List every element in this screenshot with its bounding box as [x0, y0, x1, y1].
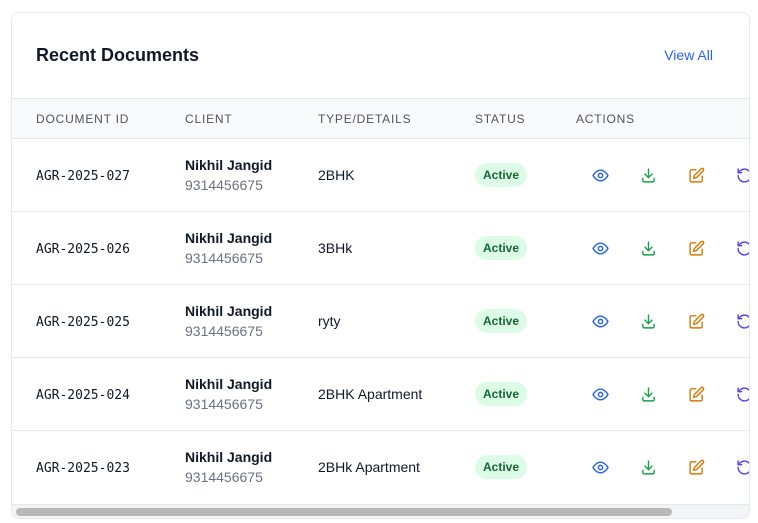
card-title: Recent Documents [36, 45, 200, 65]
row-actions [576, 160, 749, 190]
edit-button[interactable] [672, 306, 720, 336]
view-button[interactable] [576, 160, 624, 190]
client-phone: 9314456675 [185, 396, 263, 412]
document-id: AGR-2025-023 [36, 460, 130, 476]
type-details: ryty [318, 313, 341, 329]
eye-icon [591, 461, 609, 474]
view-button[interactable] [576, 233, 624, 263]
table-row: AGR-2025-027 Nikhil Jangid 9314456675 2B… [12, 138, 749, 212]
edit-button[interactable] [672, 379, 720, 409]
status-badge: Active [475, 382, 528, 406]
rotate-button[interactable] [720, 379, 749, 409]
rotate-icon [736, 240, 749, 256]
download-icon [641, 240, 655, 256]
rotate-button[interactable] [720, 160, 749, 190]
table-row: AGR-2025-024 Nikhil Jangid 9314456675 2B… [12, 357, 749, 431]
edit-icon [688, 240, 704, 256]
document-id: AGR-2025-024 [36, 387, 130, 403]
status-badge: Active [475, 163, 528, 187]
download-button[interactable] [624, 379, 672, 409]
table-row: AGR-2025-025 Nikhil Jangid 9314456675 ry… [12, 284, 749, 358]
rotate-icon [736, 460, 749, 475]
type-details: 2BHK Apartment [318, 386, 423, 402]
scrollbar-thumb[interactable] [16, 508, 672, 516]
horizontal-scrollbar[interactable] [12, 504, 749, 518]
view-button[interactable] [576, 452, 624, 482]
eye-icon [591, 314, 609, 328]
status-badge: Active [475, 236, 528, 260]
client-name: Nikhil Jangid [185, 376, 273, 392]
header-status: STATUS [475, 111, 526, 126]
header-type-details: TYPE/DETAILS [318, 111, 412, 126]
rotate-button[interactable] [720, 306, 749, 336]
download-button[interactable] [624, 233, 672, 263]
row-actions [576, 306, 749, 336]
client-name: Nikhil Jangid [185, 157, 273, 173]
client-name: Nikhil Jangid [185, 449, 273, 466]
table-row: AGR-2025-023 Nikhil Jangid 9314456675 2B… [12, 430, 749, 504]
rotate-icon [736, 313, 749, 329]
table-row: AGR-2025-026 Nikhil Jangid 9314456675 3B… [12, 211, 749, 285]
header-actions: ACTIONS [576, 111, 635, 126]
download-button[interactable] [624, 306, 672, 336]
edit-icon [688, 459, 704, 475]
recent-documents-card: Recent Documents View All DOCUMENT ID CL… [11, 12, 750, 519]
status-badge: Active [475, 455, 528, 480]
header-client: CLIENT [185, 111, 233, 126]
type-details: 3BHk [318, 240, 353, 256]
edit-icon [688, 167, 704, 183]
document-id: AGR-2025-027 [36, 168, 130, 184]
download-icon [641, 460, 655, 475]
download-icon [641, 386, 655, 402]
view-all-link[interactable]: View All [664, 47, 713, 63]
rotate-button[interactable] [720, 452, 749, 482]
table-header-row: DOCUMENT ID CLIENT TYPE/DETAILS STATUS A… [12, 98, 749, 139]
client-name: Nikhil Jangid [185, 230, 273, 246]
document-id: AGR-2025-026 [36, 241, 130, 257]
view-button[interactable] [576, 306, 624, 336]
header-document-id: DOCUMENT ID [36, 111, 130, 126]
download-icon [641, 313, 655, 329]
edit-button[interactable] [672, 233, 720, 263]
eye-icon [591, 387, 609, 401]
eye-icon [591, 168, 609, 182]
download-icon [641, 167, 655, 183]
view-button[interactable] [576, 379, 624, 409]
documents-table: DOCUMENT ID CLIENT TYPE/DETAILS STATUS A… [12, 98, 749, 504]
edit-icon [688, 313, 704, 329]
client-phone: 9314456675 [185, 250, 263, 266]
documents-table-wrapper[interactable]: DOCUMENT ID CLIENT TYPE/DETAILS STATUS A… [12, 98, 749, 506]
rotate-button[interactable] [720, 233, 749, 263]
download-button[interactable] [624, 452, 672, 482]
edit-button[interactable] [672, 452, 720, 482]
download-button[interactable] [624, 160, 672, 190]
row-actions [576, 233, 749, 263]
rotate-icon [736, 386, 749, 402]
document-id: AGR-2025-025 [36, 314, 130, 330]
card-header: Recent Documents View All [12, 13, 749, 98]
client-phone: 9314456675 [185, 469, 263, 486]
eye-icon [591, 241, 609, 255]
type-details: 2BHk Apartment [318, 459, 420, 476]
client-phone: 9314456675 [185, 177, 263, 193]
client-phone: 9314456675 [185, 323, 263, 339]
client-name: Nikhil Jangid [185, 303, 273, 319]
row-actions [576, 452, 749, 482]
rotate-icon [736, 167, 749, 183]
edit-icon [688, 386, 704, 402]
status-badge: Active [475, 309, 528, 333]
edit-button[interactable] [672, 160, 720, 190]
row-actions [576, 379, 749, 409]
type-details: 2BHK [318, 167, 355, 183]
